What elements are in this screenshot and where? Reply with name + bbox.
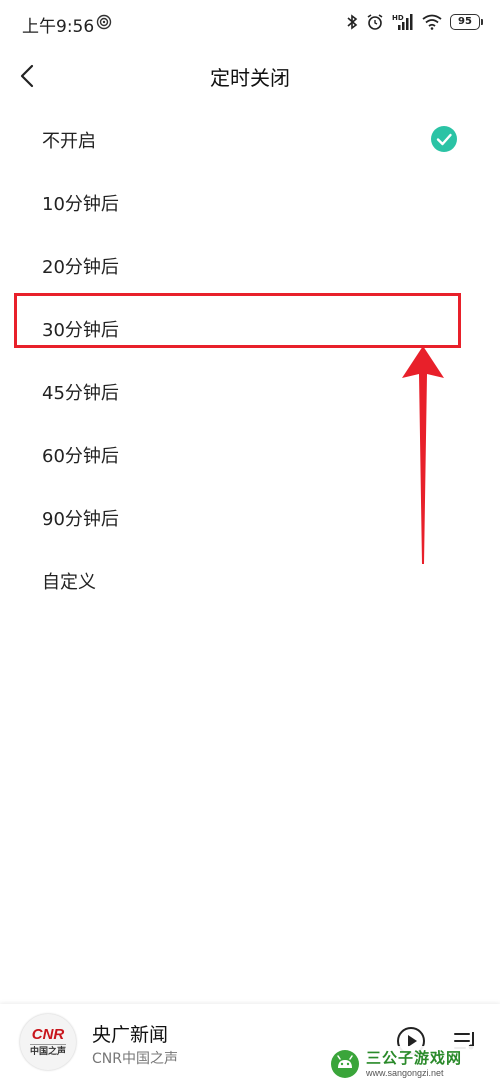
option-label: 90分钟后 [42, 508, 119, 530]
signal-broadcast-icon [96, 14, 112, 30]
page-title: 定时关闭 [210, 66, 290, 90]
option-label: 60分钟后 [42, 445, 119, 467]
status-time: 上午9:56 [22, 17, 95, 37]
check-icon [431, 126, 457, 152]
watermark: 三公子游戏网 www.sangongzi.net [326, 1046, 498, 1082]
option-label: 不开启 [42, 130, 96, 152]
bluetooth-icon [347, 14, 358, 30]
logo-divider [30, 1044, 66, 1045]
option-20min[interactable]: 20分钟后 [0, 234, 500, 297]
watermark-url: www.sangongzi.net [366, 1067, 444, 1078]
battery-icon: 95 [450, 14, 483, 30]
option-10min[interactable]: 10分钟后 [0, 171, 500, 234]
option-off[interactable]: 不开启 [0, 108, 500, 171]
alarm-icon [367, 14, 383, 30]
station-logo[interactable]: CNR 中国之声 [20, 1014, 76, 1070]
status-bar: 上午9:56 HD 95 [0, 0, 500, 44]
option-label: 30分钟后 [42, 319, 119, 341]
timer-option-list: 不开启 10分钟后 20分钟后 30分钟后 45分钟后 60分钟后 90分钟后 … [0, 108, 500, 612]
player-title: 央广新闻 [92, 1024, 169, 1046]
logo-text: CNR [31, 1026, 65, 1043]
hd-cell-signal-icon: HD [392, 14, 413, 30]
option-45min[interactable]: 45分钟后 [0, 360, 500, 423]
option-90min[interactable]: 90分钟后 [0, 486, 500, 549]
option-label: 20分钟后 [42, 256, 119, 278]
option-label: 10分钟后 [42, 193, 119, 215]
logo-subtext: 中国之声 [29, 1047, 66, 1057]
watermark-title: 三公子游戏网 [366, 1048, 463, 1067]
option-60min[interactable]: 60分钟后 [0, 423, 500, 486]
option-custom[interactable]: 自定义 [0, 549, 500, 612]
option-label: 自定义 [42, 571, 96, 593]
header: 定时关闭 [0, 48, 500, 104]
status-icons: HD 95 [346, 12, 483, 32]
player-subtitle: CNR中国之声 [92, 1051, 178, 1067]
svg-text:HD: HD [392, 14, 404, 22]
wifi-icon [422, 14, 442, 30]
option-30min[interactable]: 30分钟后 [0, 297, 500, 360]
watermark-logo-icon [331, 1050, 359, 1078]
option-label: 45分钟后 [42, 382, 119, 404]
